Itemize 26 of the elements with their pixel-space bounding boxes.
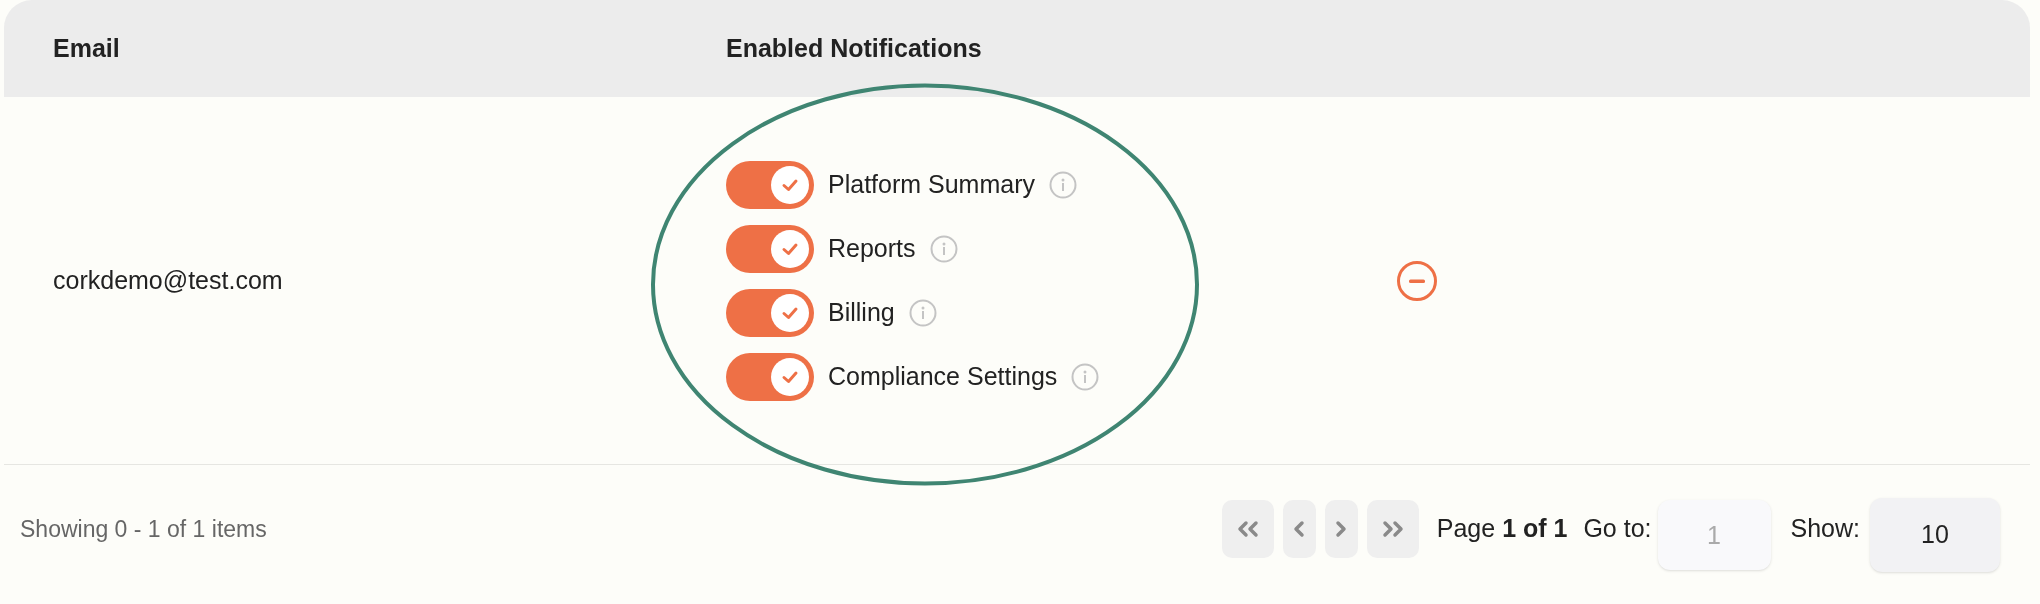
info-icon[interactable] [929,234,958,263]
info-icon[interactable] [1049,170,1077,199]
notification-label: Reports [828,232,916,264]
toggle-switch[interactable] [726,224,814,273]
items-summary: Showing 0 - 1 of 1 items [20,514,267,544]
page-indicator: Page 1 of 1 [1436,513,1568,545]
notification-label: Compliance Settings [828,360,1058,392]
page-size-select[interactable]: 10 [1870,498,2000,572]
toggle-switch[interactable] [726,288,814,337]
toggle-switch[interactable] [726,352,814,401]
notification-label: Billing [828,296,895,328]
show-label: Show: [1790,513,1860,545]
email-text: corkdemo@test.com [52,264,284,296]
previous-page-button[interactable] [1282,500,1316,558]
column-header: Enabled Notifications [726,32,982,64]
remove-button[interactable] [1396,259,1438,302]
page-input[interactable]: 1 [1657,500,1771,570]
next-page-button[interactable] [1324,500,1358,558]
info-icon[interactable] [1071,362,1100,391]
goto-label: Go to: [1583,513,1652,545]
toggle-switch[interactable] [726,160,814,209]
notification-label: Platform Summary [828,168,1035,200]
last-page-button[interactable] [1366,500,1419,558]
first-page-button[interactable] [1221,500,1274,558]
info-icon[interactable] [908,298,937,327]
column-header: Email [52,32,121,64]
